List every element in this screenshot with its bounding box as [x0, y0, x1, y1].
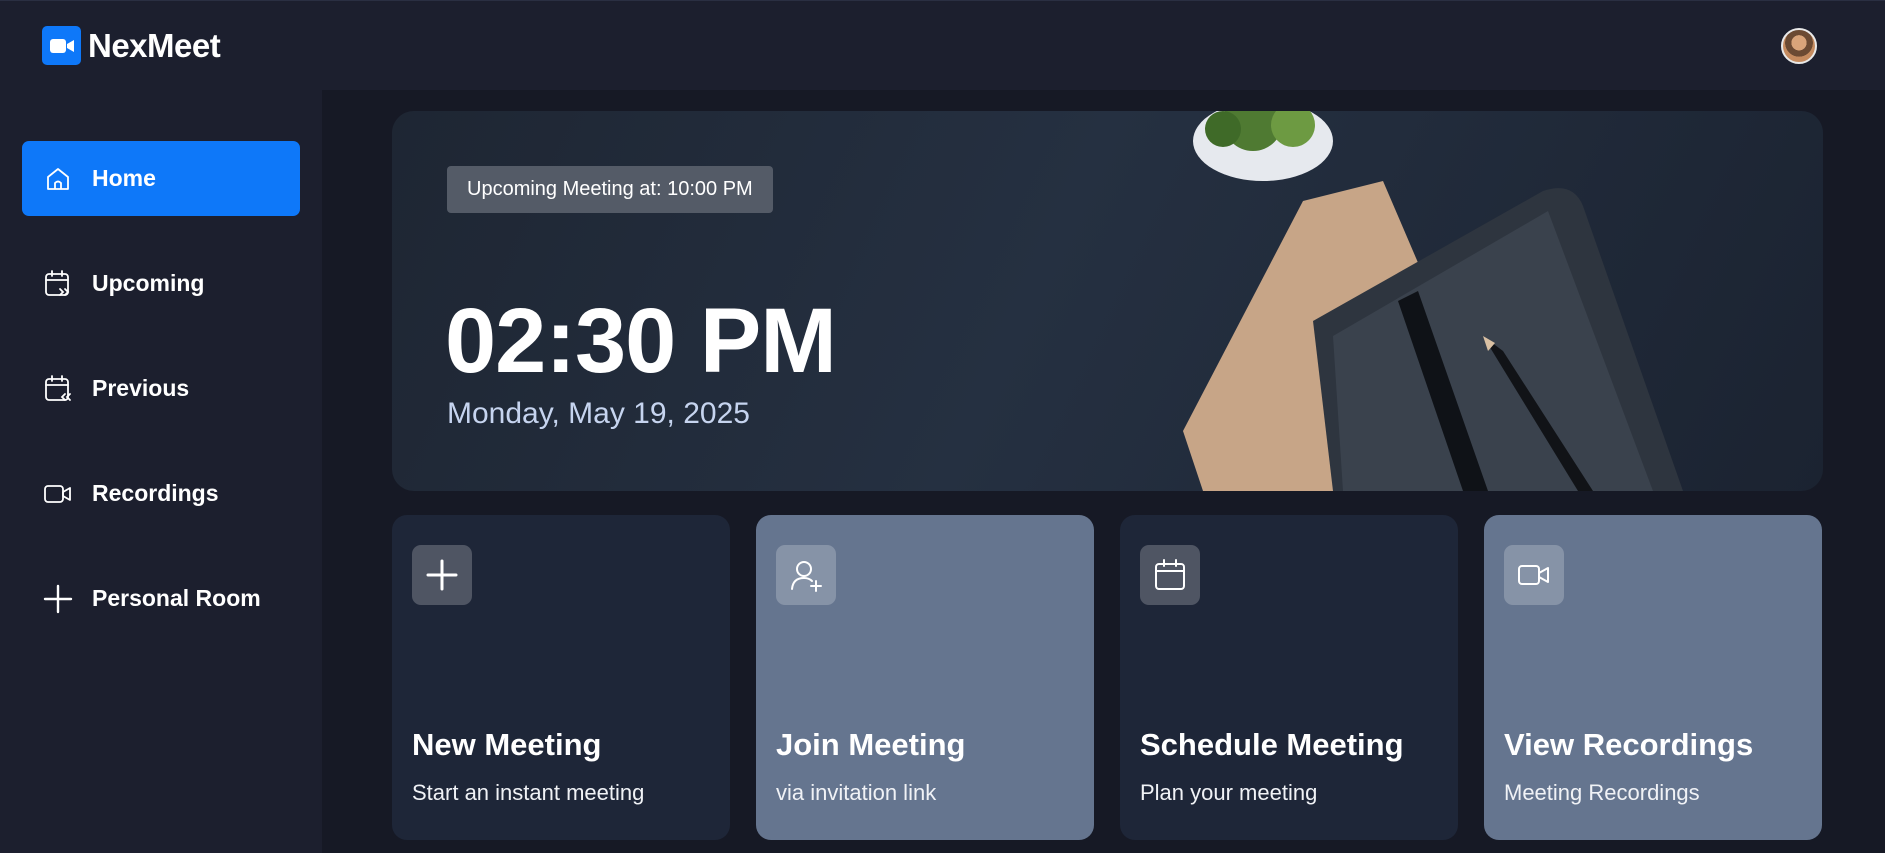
- card-title: New Meeting: [412, 727, 602, 762]
- card-subtitle: Meeting Recordings: [1504, 780, 1700, 805]
- sidebar-item-upcoming[interactable]: Upcoming: [22, 246, 300, 321]
- app-name: NexMeet: [88, 26, 221, 64]
- card-title: View Recordings: [1504, 727, 1754, 762]
- upcoming-meeting-badge: Upcoming Meeting at: 10:00 PM: [447, 166, 773, 213]
- join-meeting-card[interactable]: Join Meeting via invitation link: [756, 515, 1094, 840]
- action-cards: New Meeting Start an instant meeting Joi…: [392, 515, 1823, 840]
- home-icon: [42, 163, 74, 195]
- sidebar-item-label: Recordings: [92, 480, 219, 506]
- sidebar-item-label: Upcoming: [92, 270, 205, 296]
- sidebar-item-label: Home: [92, 165, 156, 191]
- sidebar-item-home[interactable]: Home: [22, 141, 300, 216]
- video-icon: [1504, 545, 1564, 605]
- hero-banner: Upcoming Meeting at: 10:00 PM 02:30 PM M…: [392, 111, 1823, 491]
- plus-icon: [412, 545, 472, 605]
- sidebar-item-label: Previous: [92, 375, 190, 401]
- card-subtitle: via invitation link: [776, 780, 937, 805]
- current-date: Monday, May 19, 2025: [447, 397, 750, 430]
- plus-icon: [42, 583, 74, 615]
- video-icon: [42, 478, 74, 510]
- view-recordings-card[interactable]: View Recordings Meeting Recordings: [1484, 515, 1822, 840]
- card-subtitle: Plan your meeting: [1140, 780, 1318, 805]
- current-time: 02:30 PM: [445, 290, 837, 392]
- user-add-icon: [776, 545, 836, 605]
- card-subtitle: Start an instant meeting: [412, 780, 645, 805]
- desk-illustration: [1183, 111, 1683, 491]
- calendar-icon: [1140, 545, 1200, 605]
- top-bar: NexMeet: [0, 0, 1885, 90]
- calendar-upcoming-icon: [42, 268, 74, 300]
- video-camera-icon: [42, 26, 81, 65]
- schedule-meeting-card[interactable]: Schedule Meeting Plan your meeting: [1120, 515, 1458, 840]
- calendar-previous-icon: [42, 373, 74, 405]
- card-title: Schedule Meeting: [1140, 727, 1404, 762]
- sidebar-item-label: Personal Room: [92, 585, 261, 611]
- sidebar-item-previous[interactable]: Previous: [22, 351, 300, 426]
- main-content: Upcoming Meeting at: 10:00 PM 02:30 PM M…: [322, 90, 1885, 853]
- sidebar-item-personal-room[interactable]: Personal Room: [22, 561, 300, 636]
- user-avatar[interactable]: [1781, 27, 1817, 64]
- card-title: Join Meeting: [776, 727, 966, 762]
- sidebar-item-recordings[interactable]: Recordings: [22, 456, 300, 531]
- brand[interactable]: NexMeet: [42, 26, 221, 65]
- sidebar: Home Upcoming Previous Recordings Person…: [0, 90, 322, 853]
- new-meeting-card[interactable]: New Meeting Start an instant meeting: [392, 515, 730, 840]
